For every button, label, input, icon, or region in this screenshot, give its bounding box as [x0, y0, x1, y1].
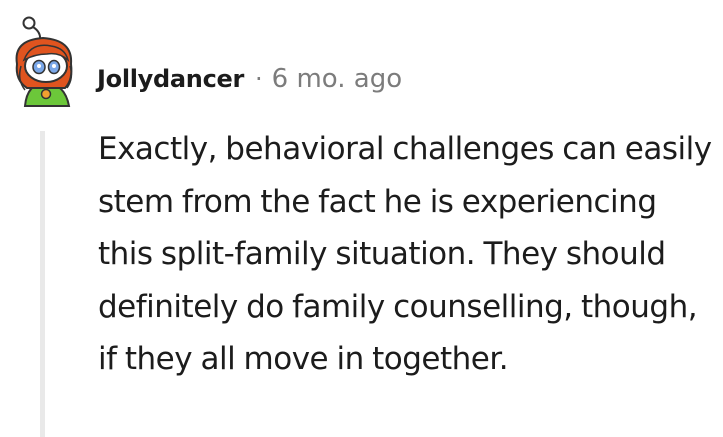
- thread-collapse-line[interactable]: [40, 131, 45, 437]
- snoo-avatar-icon: [15, 16, 73, 107]
- username-link[interactable]: Jollydancer: [97, 65, 244, 93]
- comment: Jollydancer · 6 mo. ago Exactly, behavio…: [0, 0, 723, 437]
- comment-header: Jollydancer · 6 mo. ago: [97, 60, 402, 98]
- comment-body: Exactly, behavioral challenges can easil…: [98, 131, 712, 377]
- meta-separator: ·: [255, 65, 263, 93]
- user-avatar[interactable]: [7, 14, 87, 114]
- timestamp[interactable]: 6 mo. ago: [272, 64, 402, 94]
